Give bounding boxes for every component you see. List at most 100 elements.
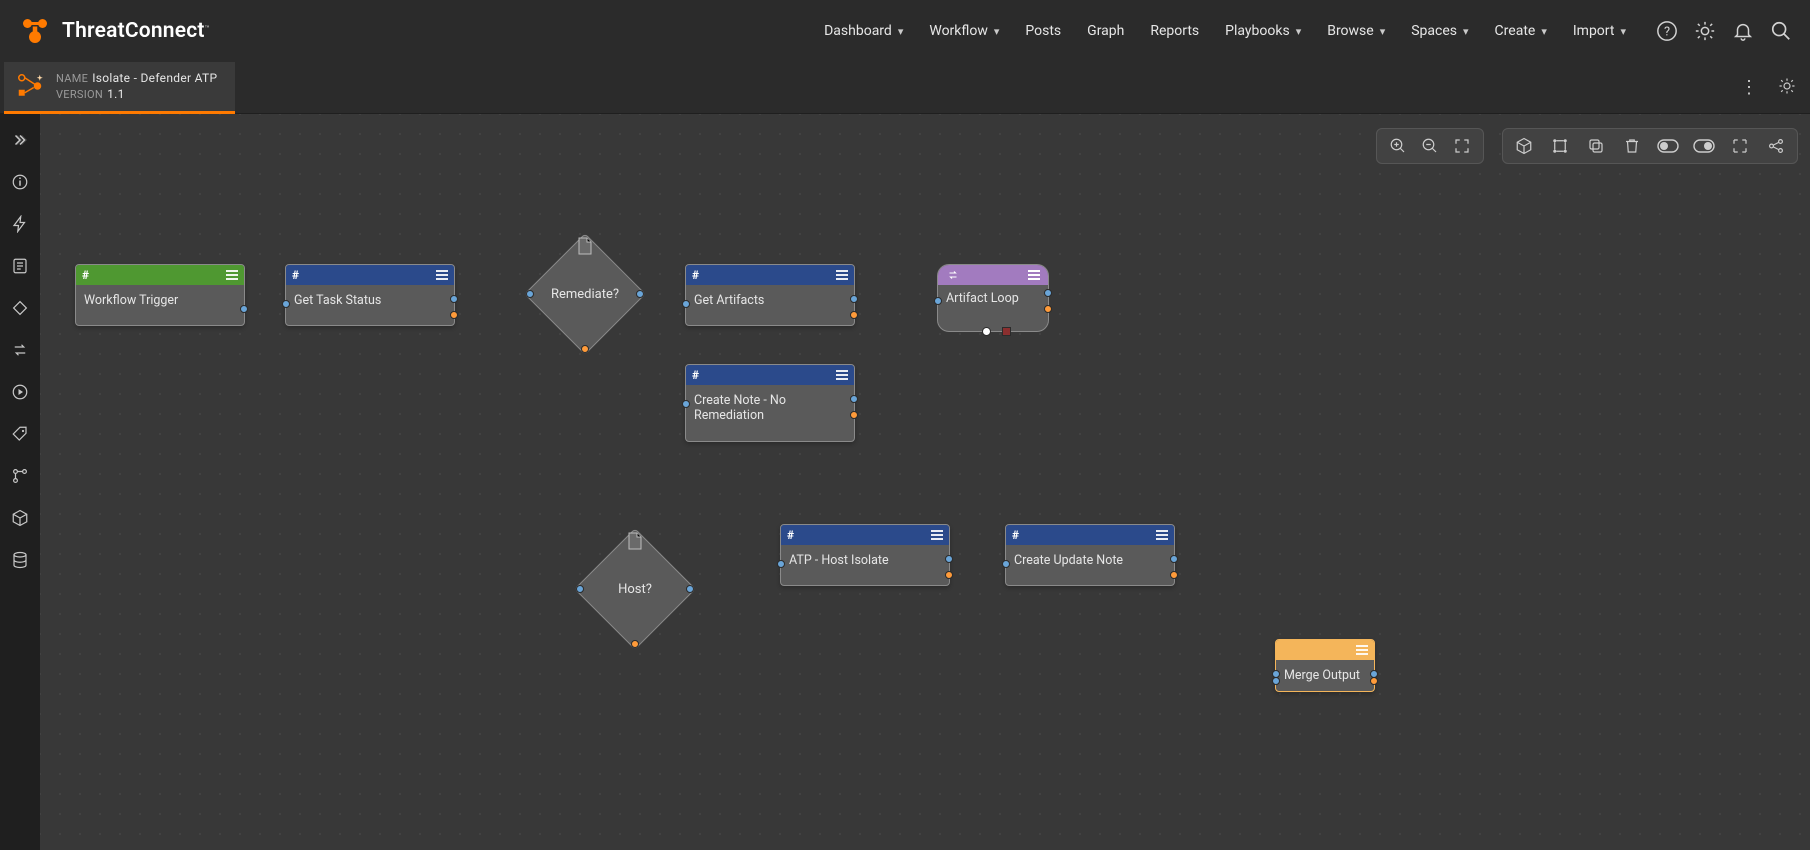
port-input[interactable] [526,290,534,298]
align-icon[interactable] [1549,135,1571,157]
node-title: Artifact Loop [946,291,1019,306]
chevron-down-icon: ▾ [1296,25,1302,38]
port-output[interactable] [240,305,248,313]
diamond-icon[interactable] [4,292,36,324]
port-input[interactable] [682,300,690,308]
node-atp-host-isolate[interactable]: # ATP - Host Isolate [780,524,950,586]
hash-icon: # [82,268,89,282]
zoom-in-icon[interactable] [1387,135,1409,157]
port-input[interactable] [1002,560,1010,568]
port-output-fail[interactable] [1170,571,1178,579]
chevron-down-icon: ▾ [1463,25,1469,38]
port-input[interactable] [282,300,290,308]
nav-reports[interactable]: Reports [1150,23,1199,39]
branch-icon[interactable] [4,460,36,492]
bolt-icon[interactable] [4,208,36,240]
port-input[interactable] [777,560,785,568]
nav-create[interactable]: Create▾ [1495,23,1547,39]
fit-icon[interactable] [1451,135,1473,157]
nav-icon-group: ? [1656,20,1792,42]
port-output-success[interactable] [945,555,953,563]
fullscreen-icon[interactable] [1729,135,1751,157]
primary-nav: Dashboard▾ Workflow▾ Posts Graph Reports… [824,23,1626,39]
help-icon[interactable]: ? [1656,20,1678,42]
port-output-fail[interactable] [850,311,858,319]
nav-browse[interactable]: Browse▾ [1327,23,1385,39]
port-output-fail[interactable] [1370,677,1378,685]
node-get-task-status[interactable]: # Get Task Status [285,264,455,326]
operator-label: Remediate? [530,239,640,349]
settings-icon[interactable] [1778,77,1796,99]
port-output-success[interactable] [1044,289,1052,297]
operator-host[interactable]: Host? [580,534,690,644]
port-input[interactable] [934,297,942,305]
loop-icon[interactable] [4,334,36,366]
port-input-bottom[interactable] [1272,677,1280,685]
node-get-artifacts[interactable]: # Get Artifacts [685,264,855,326]
chevron-down-icon: ▾ [1541,25,1547,38]
port-output-false[interactable] [581,345,589,353]
loop-arrows-icon [946,269,960,281]
playbook-tab[interactable]: NAMEIsolate - Defender ATP VERSION1.1 [4,62,235,114]
port-iteration-item[interactable] [982,327,991,336]
menu-lines-icon [1156,530,1168,540]
form-icon[interactable] [4,250,36,282]
tag-icon[interactable] [4,418,36,450]
nav-graph[interactable]: Graph [1087,23,1124,39]
nav-workflow[interactable]: Workflow▾ [929,23,999,39]
port-output-fail[interactable] [945,571,953,579]
port-output-false[interactable] [631,640,639,648]
nav-spaces[interactable]: Spaces▾ [1411,23,1468,39]
menu-lines-icon [836,270,848,280]
node-title: Create Note - No Remediation [694,393,786,423]
nav-dashboard[interactable]: Dashboard▾ [824,23,903,39]
cube-tool-icon[interactable] [1513,135,1535,157]
port-output-fail[interactable] [450,311,458,319]
port-output-success[interactable] [850,395,858,403]
zoom-group [1376,128,1484,164]
port-output-true[interactable] [686,585,694,593]
port-iteration-end[interactable] [1002,327,1011,336]
cube-icon[interactable] [4,502,36,534]
menu-lines-icon [931,530,943,540]
search-icon[interactable] [1770,20,1792,42]
port-output-success[interactable] [450,295,458,303]
port-output-success[interactable] [1170,555,1178,563]
copy-icon[interactable] [1585,135,1607,157]
canvas-toolbar [1376,128,1798,164]
port-output-true[interactable] [636,290,644,298]
node-artifact-loop[interactable]: Artifact Loop [937,264,1049,332]
expand-sidebar-icon[interactable] [4,124,36,156]
port-input[interactable] [576,585,584,593]
port-output-fail[interactable] [850,411,858,419]
tab-strip: NAMEIsolate - Defender ATP VERSION1.1 ⋮ [0,62,1810,114]
play-icon[interactable] [4,376,36,408]
chevron-down-icon: ▾ [898,25,904,38]
node-merge-output[interactable]: Merge Output [1275,639,1375,692]
menu-lines-icon [436,270,448,280]
info-icon[interactable] [4,166,36,198]
toggle-right-icon[interactable] [1693,135,1715,157]
port-output-success[interactable] [850,295,858,303]
nav-import[interactable]: Import▾ [1573,23,1626,39]
nav-posts[interactable]: Posts [1025,23,1061,39]
node-workflow-trigger[interactable]: # Workflow Trigger [75,264,245,326]
node-create-note-no-remediation[interactable]: # Create Note - No Remediation [685,364,855,442]
playbook-icon [14,70,46,102]
bell-icon[interactable] [1732,20,1754,42]
share-icon[interactable] [1765,135,1787,157]
db-icon[interactable] [4,544,36,576]
port-input[interactable] [682,400,690,408]
zoom-out-icon[interactable] [1419,135,1441,157]
nav-playbooks[interactable]: Playbooks▾ [1225,23,1301,39]
operator-remediate[interactable]: Remediate? [530,239,640,349]
port-output-fail[interactable] [1044,305,1052,313]
node-create-update-note[interactable]: # Create Update Note [1005,524,1175,586]
node-title: Create Update Note [1014,553,1123,568]
playbook-canvas[interactable]: # Workflow Trigger # Get Task Status Rem… [40,114,1810,850]
tab-version-label: VERSION [56,88,103,101]
toggle-left-icon[interactable] [1657,135,1679,157]
gear-icon[interactable] [1694,20,1716,42]
trash-icon[interactable] [1621,135,1643,157]
kebab-menu-icon[interactable]: ⋮ [1740,77,1758,99]
